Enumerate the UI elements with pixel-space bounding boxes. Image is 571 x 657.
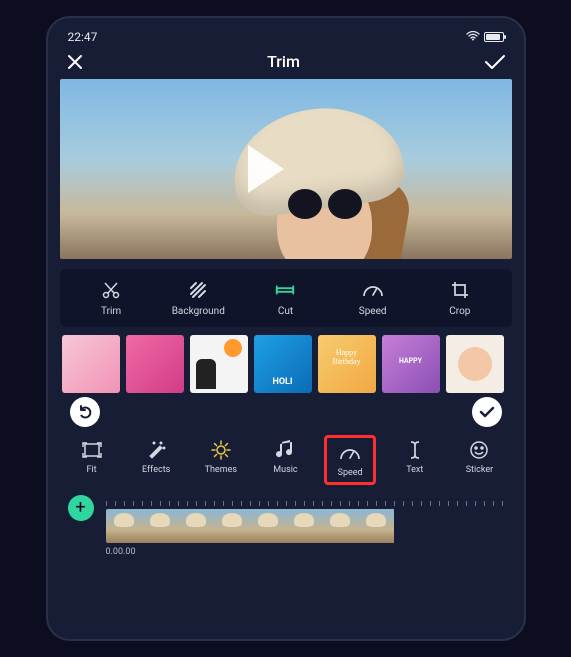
op-fit[interactable]: Fit [66, 435, 118, 485]
header: Trim [60, 50, 512, 79]
video-preview[interactable] [60, 79, 512, 259]
op-label: Effects [142, 465, 170, 475]
op-label: Fit [86, 465, 96, 475]
timeline-frame[interactable] [214, 509, 250, 543]
clip-thumb[interactable] [382, 335, 440, 393]
speedometer-icon [339, 442, 361, 464]
op-label: Music [273, 465, 297, 475]
operation-bar: Fit Effects Themes Music Speed [60, 431, 512, 487]
timeline-frame[interactable] [322, 509, 358, 543]
cut-icon [274, 279, 296, 301]
clip-thumb[interactable] [446, 335, 504, 393]
music-note-icon [274, 439, 296, 461]
add-clip-button[interactable]: + [68, 495, 94, 521]
speedometer-icon [362, 279, 384, 301]
status-icons [466, 30, 504, 44]
timeline-ruler[interactable] [106, 495, 504, 507]
undo-button[interactable] [70, 397, 100, 427]
op-label: Text [406, 465, 423, 475]
smiley-icon [468, 439, 490, 461]
timeline-frames[interactable] [106, 509, 504, 543]
tool-label: Crop [449, 306, 470, 317]
preview-decor [288, 189, 362, 219]
timeline[interactable]: 0.00.00 [106, 495, 504, 557]
timeline-frame[interactable] [142, 509, 178, 543]
wifi-icon [466, 30, 480, 44]
tool-background[interactable]: Background [168, 279, 228, 317]
tool-cut[interactable]: Cut [255, 279, 315, 317]
timeline-timecode: 0.00.00 [106, 547, 504, 557]
tool-label: Speed [359, 306, 387, 317]
fit-icon [81, 439, 103, 461]
tool-label: Trim [101, 306, 121, 317]
op-label: Sticker [466, 465, 493, 475]
battery-icon [484, 32, 504, 42]
status-bar: 22:47 [60, 28, 512, 50]
clip-thumb[interactable] [126, 335, 184, 393]
op-music[interactable]: Music [259, 435, 311, 485]
timeline-row: + 0.00.00 [60, 487, 512, 557]
confirm-button[interactable] [484, 54, 506, 70]
timeline-frame[interactable] [178, 509, 214, 543]
clip-thumb[interactable] [254, 335, 312, 393]
clip-thumb[interactable] [62, 335, 120, 393]
tool-speed[interactable]: Speed [343, 279, 403, 317]
tool-crop[interactable]: Crop [430, 279, 490, 317]
op-effects[interactable]: Effects [130, 435, 182, 485]
trim-toolbar: Trim Background Cut Speed Crop [60, 269, 512, 327]
magic-wand-icon [145, 439, 167, 461]
clip-thumb[interactable] [318, 335, 376, 393]
close-button[interactable] [66, 53, 84, 71]
page-title: Trim [267, 52, 300, 71]
op-speed[interactable]: Speed [324, 435, 376, 485]
op-label: Speed [338, 468, 363, 478]
clip-strip[interactable] [60, 335, 512, 393]
timeline-frame[interactable] [250, 509, 286, 543]
text-cursor-icon [404, 439, 426, 461]
apply-button[interactable] [472, 397, 502, 427]
op-sticker[interactable]: Sticker [453, 435, 505, 485]
status-time: 22:47 [68, 30, 98, 44]
tool-trim[interactable]: Trim [81, 279, 141, 317]
timeline-frame[interactable] [286, 509, 322, 543]
themes-icon [210, 439, 232, 461]
play-icon[interactable] [248, 145, 284, 193]
op-themes[interactable]: Themes [195, 435, 247, 485]
scissors-icon [100, 279, 122, 301]
timeline-frame[interactable] [106, 509, 142, 543]
crop-icon [449, 279, 471, 301]
device-frame: 22:47 Trim Trim [46, 16, 526, 641]
background-icon [187, 279, 209, 301]
op-text[interactable]: Text [389, 435, 441, 485]
op-label: Themes [205, 465, 237, 475]
timeline-frame[interactable] [358, 509, 394, 543]
tool-label: Cut [278, 306, 293, 317]
round-button-row [60, 397, 512, 431]
clip-thumb[interactable] [190, 335, 248, 393]
tool-label: Background [172, 306, 225, 317]
